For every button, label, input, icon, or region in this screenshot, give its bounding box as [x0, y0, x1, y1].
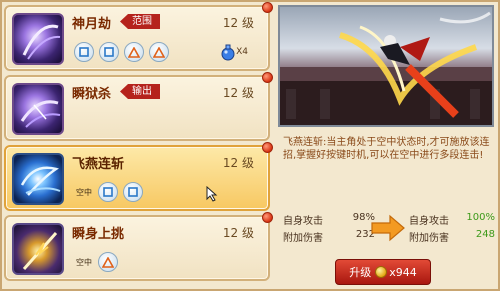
stat-value: 248: [475, 229, 495, 240]
mouse-cursor-icon: [206, 186, 218, 202]
skill-card-4[interactable]: 瞬身上挑 12 级 空中: [4, 212, 273, 281]
skill-icon-1: [12, 13, 64, 65]
stat-label: 自身攻击: [283, 216, 323, 227]
current-stats: 自身攻击 98% 附加伤害 232: [283, 212, 375, 246]
notification-dot: [262, 2, 273, 13]
skill-preview: [278, 5, 494, 127]
stat-row: 自身攻击 100%: [409, 212, 495, 229]
skill-description-title: 飞燕连斩:: [283, 137, 327, 148]
combo-sequence: 空中: [74, 181, 148, 203]
combat-scene-image: [280, 11, 492, 125]
skill-tag: 输出: [120, 84, 160, 99]
skill-card-1[interactable]: 神月劫 范围 12 级 X4: [4, 2, 273, 71]
stat-label: 附加伤害: [409, 233, 449, 244]
triangle-key-icon: [149, 42, 169, 62]
skill-level: 12 级: [222, 226, 254, 240]
skill-card-2[interactable]: 瞬狱杀 输出 12 级: [4, 72, 273, 141]
stat-row: 附加伤害 248: [409, 229, 495, 246]
notification-dot: [262, 72, 273, 83]
skill-name: 神月劫: [72, 17, 112, 32]
notification-dot: [262, 142, 273, 153]
skill-description: 飞燕连斩:当主角处于空中状态时,才可施放该连招,掌握好按键时机,可以在空中进行多…: [283, 136, 493, 162]
skill-icon-2: [12, 83, 64, 135]
potion-count: X4: [236, 47, 248, 57]
combo-sequence: [74, 41, 174, 63]
combo-sequence: 空中: [74, 251, 123, 273]
skill-icon-3: [12, 153, 64, 205]
upgrade-label: 升级: [349, 266, 372, 279]
triangle-key-icon: [124, 42, 144, 62]
square-key-icon: [98, 182, 118, 202]
next-stats: 自身攻击 100% 附加伤害 248: [409, 212, 495, 246]
stat-value: 100%: [466, 212, 495, 223]
square-key-icon: [99, 42, 119, 62]
air-label: 空中: [76, 187, 92, 197]
skill-name: 飞燕连斩: [72, 157, 125, 172]
skill-tag: 范围: [120, 14, 160, 29]
stat-label: 附加伤害: [283, 233, 323, 244]
skill-level: 12 级: [222, 156, 254, 170]
stat-row: 自身攻击 98%: [283, 212, 375, 229]
square-key-icon: [74, 42, 94, 62]
upgrade-arrow-icon: [371, 214, 405, 242]
stat-row: 附加伤害 232: [283, 229, 375, 246]
triangle-key-icon: [98, 252, 118, 272]
upgrade-button[interactable]: 升级 x944: [335, 259, 431, 285]
potion-icon: [221, 44, 235, 61]
upgrade-cost: x944: [389, 265, 417, 279]
square-key-icon: [123, 182, 143, 202]
skill-card-3[interactable]: 飞燕连斩 12 级 空中: [4, 142, 273, 211]
potion-cost: X4: [220, 43, 248, 61]
coin-icon: [375, 266, 388, 278]
stat-label: 自身攻击: [409, 216, 449, 227]
skill-icon-4: [12, 223, 64, 275]
skill-level: 12 级: [222, 16, 254, 30]
skill-level: 12 级: [222, 86, 254, 100]
notification-dot: [262, 212, 273, 223]
air-label: 空中: [76, 257, 92, 267]
skill-name: 瞬狱杀: [72, 87, 112, 102]
skill-name: 瞬身上挑: [72, 227, 125, 242]
